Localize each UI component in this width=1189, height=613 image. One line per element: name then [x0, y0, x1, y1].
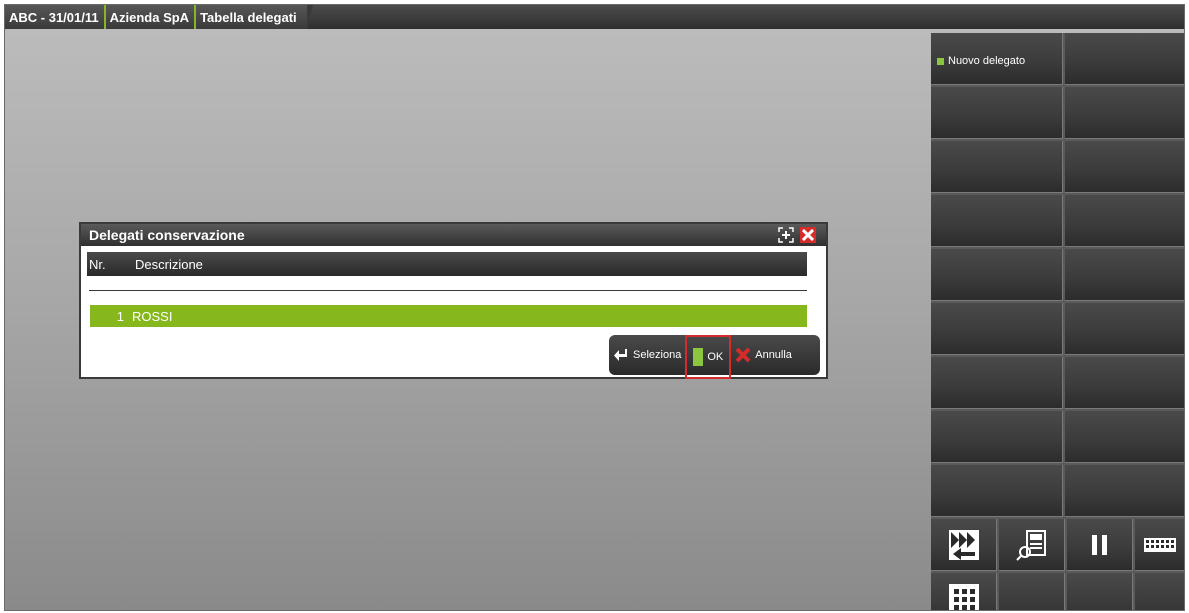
table-header: Nr. Descrizione — [87, 252, 807, 276]
empty-command-button[interactable] — [931, 465, 1063, 517]
document-search-button[interactable] — [999, 519, 1065, 571]
window-restore-button[interactable] — [778, 227, 794, 243]
empty-command-button[interactable] — [1065, 195, 1184, 247]
row-nr: 1 — [116, 308, 124, 324]
swap-arrows-button[interactable] — [931, 519, 997, 571]
app-window: ABC - 31/01/11 Azienda SpA Tabella deleg… — [4, 4, 1185, 611]
close-icon — [802, 229, 814, 241]
delegates-dialog: Delegati conservazione Nr. Descrizione 1… — [79, 222, 828, 379]
empty-command-button[interactable] — [1065, 87, 1184, 139]
title-bar: ABC - 31/01/11 Azienda SpA Tabella deleg… — [5, 5, 1184, 29]
cancel-label: Annulla — [755, 349, 792, 361]
breadcrumb: ABC - 31/01/11 Azienda SpA Tabella deleg… — [5, 5, 313, 29]
dialog-title: Delegati conservazione — [89, 227, 245, 243]
empty-command-button[interactable] — [931, 141, 1063, 193]
green-square-icon — [937, 57, 944, 65]
column-header-nr[interactable]: Nr. — [87, 257, 135, 272]
document-search-icon — [1015, 529, 1046, 561]
ok-button[interactable]: OK — [685, 335, 732, 379]
select-button[interactable]: Seleziona — [609, 335, 685, 375]
enter-icon — [614, 349, 627, 361]
empty-command-button[interactable] — [931, 195, 1063, 247]
dialog-title-bar: Delegati conservazione — [81, 224, 826, 246]
window-restore-icon — [778, 227, 794, 243]
new-delegate-button[interactable]: Nuovo delegato — [931, 33, 1063, 85]
cancel-x-icon — [735, 347, 751, 363]
select-label: Seleziona — [633, 349, 682, 361]
numeric-keypad-icon — [948, 583, 979, 610]
empty-icon-button[interactable] — [999, 573, 1065, 610]
breadcrumb-company[interactable]: Azienda SpA — [103, 5, 195, 29]
keyboard-icon — [1144, 537, 1176, 552]
empty-command-button[interactable] — [931, 303, 1063, 355]
empty-command-button[interactable] — [1065, 303, 1184, 355]
command-panel: Nuovo delegato — [931, 33, 1184, 610]
cancel-button[interactable]: Annulla — [731, 335, 796, 375]
empty-command-button[interactable] — [1065, 357, 1184, 409]
breadcrumb-company-date[interactable]: ABC - 31/01/11 — [5, 5, 104, 29]
keyboard-button[interactable] — [1135, 519, 1184, 571]
pause-icon — [1091, 534, 1107, 555]
empty-command-button[interactable] — [931, 357, 1063, 409]
row-descrizione: ROSSI — [132, 308, 173, 324]
ok-label: OK — [707, 351, 724, 363]
numeric-keypad-button[interactable] — [931, 573, 997, 610]
empty-icon-button[interactable] — [1067, 573, 1133, 610]
empty-command-button[interactable] — [1065, 249, 1184, 301]
empty-command-button[interactable] — [1065, 33, 1184, 85]
empty-command-button[interactable] — [931, 87, 1063, 139]
table-row[interactable]: 1 ROSSI — [90, 305, 807, 327]
dialog-action-bar: Seleziona OK Annulla — [609, 335, 820, 379]
new-delegate-label: Nuovo delegato — [948, 55, 1026, 67]
dialog-close-button[interactable] — [800, 227, 816, 243]
empty-icon-button[interactable] — [1135, 573, 1184, 610]
empty-command-button[interactable] — [1065, 411, 1184, 463]
green-square-icon — [693, 348, 704, 366]
empty-command-button[interactable] — [1065, 465, 1184, 517]
column-header-descrizione[interactable]: Descrizione — [135, 257, 203, 272]
pause-button[interactable] — [1067, 519, 1133, 571]
breadcrumb-table[interactable]: Tabella delegati — [194, 5, 313, 29]
empty-command-button[interactable] — [931, 249, 1063, 301]
empty-command-button[interactable] — [1065, 141, 1184, 193]
swap-arrows-icon — [948, 529, 979, 560]
divider — [89, 290, 807, 291]
empty-command-button[interactable] — [931, 411, 1063, 463]
